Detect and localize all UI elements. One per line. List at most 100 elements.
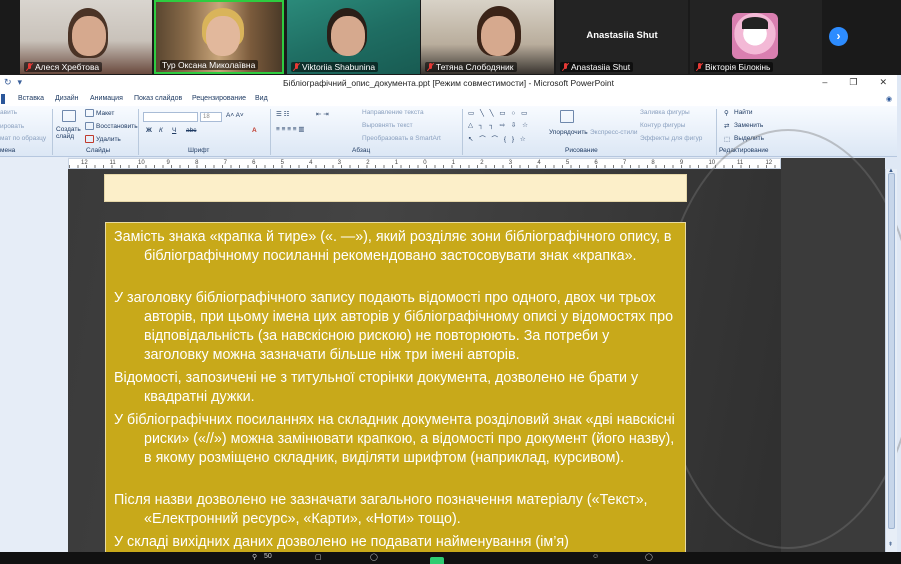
binoculars-icon: ⚲	[724, 110, 729, 117]
home-tab-edge[interactable]	[1, 94, 5, 104]
indent-icon[interactable]: ⇤ ⇥	[316, 110, 329, 118]
mic-muted-icon	[427, 63, 434, 71]
mic-muted-icon	[562, 63, 569, 71]
ruler-label: 1	[451, 160, 456, 166]
participant-tile[interactable]: Тетяна Слободяник	[421, 0, 554, 74]
shape-effects-button[interactable]: Эффекты для фигур	[640, 135, 702, 142]
bold-button[interactable]: Ж	[146, 127, 152, 134]
reset-button[interactable]: Восстановить	[96, 123, 138, 130]
participant-tile-active-speaker[interactable]: Тур Оксана Миколаївна	[154, 0, 284, 74]
replace-icon: ⇄	[724, 123, 730, 130]
shapes-gallery[interactable]: ▭ ╲ ╲ ▭ ○ ▭	[468, 109, 529, 117]
participant-tile[interactable]: Viktoriia Shabunina	[287, 0, 420, 74]
drawing-group-label: Рисование	[565, 147, 598, 154]
font-color-icon[interactable]: A	[252, 127, 257, 134]
shapes-gallery[interactable]: △ ┐ ┐ ⇨ ⇩ ☆	[468, 121, 530, 129]
strikethrough-button[interactable]: abc	[186, 127, 196, 134]
tab-insert[interactable]: Вставка	[18, 95, 44, 102]
tab-review[interactable]: Рецензирование	[192, 95, 246, 102]
participant-face	[481, 16, 515, 56]
shape-outline-button[interactable]: Контур фигуры	[640, 122, 685, 129]
grow-font-icon[interactable]: A˄ A˅	[226, 112, 244, 119]
decorative-curve	[658, 129, 901, 549]
new-slide-icon[interactable]	[62, 110, 76, 122]
zoom-icon[interactable]: ⚲	[252, 553, 257, 561]
zoom-participant-strip: Алеся Хребтова Тур Оксана Миколаївна Vik…	[0, 0, 901, 75]
more-icon[interactable]: ◯	[645, 553, 653, 561]
slides-group-label: Слайды	[86, 147, 111, 154]
taskbar: ⚲ 50 ▢ ◯ ☺ ◯	[0, 552, 901, 564]
bullet-paragraph: У складі вихідних даних дозволено не под…	[114, 534, 569, 550]
ruler-label: 8	[195, 160, 199, 166]
participant-tile[interactable]: Алеся Хребтова	[20, 0, 152, 74]
paste-label[interactable]: авить	[0, 109, 17, 116]
participant-name: Тетяна Слободяник	[436, 62, 514, 72]
tab-view[interactable]: Вид	[255, 95, 268, 102]
tab-animation[interactable]: Анимация	[90, 95, 123, 102]
quick-styles-button[interactable]: Экспресс-стили	[590, 129, 638, 136]
tab-design[interactable]: Дизайн	[55, 95, 79, 102]
participant-name: Anastasiia Shut	[571, 62, 631, 72]
participant-name: Вікторія Білокінь	[705, 62, 771, 72]
italic-button[interactable]: К	[159, 127, 163, 134]
align-text-button[interactable]: Выровнять текст	[362, 122, 413, 129]
participant-label: Viktoriia Shabunina	[291, 62, 379, 72]
shapes-gallery[interactable]: ↖ ⌒ ⌒ { } ☆	[468, 133, 528, 143]
smartart-button[interactable]: Преобразовать в SmartArt	[362, 135, 441, 142]
powerpoint-window: ↻ ▾ Бібліографічний_опис_документа.ppt […	[0, 75, 901, 564]
participant-tile[interactable]: Вікторія Білокінь	[690, 0, 822, 74]
participant-tile[interactable]: Anastasiia Shut Anastasiia Shut	[556, 0, 688, 74]
ruler-label: 5	[565, 160, 570, 166]
participant-label: Вікторія Білокінь	[694, 62, 774, 72]
underline-button[interactable]: Ч	[172, 127, 176, 134]
minimize-button[interactable]: –	[822, 77, 827, 88]
divider	[138, 109, 139, 155]
layout-button[interactable]: Макет	[96, 110, 114, 117]
content-text-box[interactable]: Замість знака «крапка й тире» («. —»), я…	[105, 222, 686, 564]
delete-slide-button[interactable]: Удалить	[96, 136, 121, 143]
restore-button[interactable]: ❐	[849, 77, 857, 88]
participant-face	[206, 16, 240, 56]
format-painter[interactable]: мат по образцу	[0, 135, 46, 142]
bullet-paragraph: Після назви дозволено не зазначати загал…	[114, 492, 648, 527]
divider	[52, 109, 53, 155]
copy-label[interactable]: ировать	[0, 123, 24, 130]
ruler-label: 11	[109, 160, 116, 166]
arrange-button[interactable]: Упорядочить	[549, 129, 588, 136]
vertical-scrollbar[interactable]: ▲ ⇞ ⇟	[885, 168, 897, 564]
tab-slideshow[interactable]: Показ слайдов	[134, 95, 182, 102]
window-controls: – ❐ ✕	[822, 77, 887, 88]
scrollbar-thumb[interactable]	[888, 173, 895, 529]
share-screen-icon[interactable]	[430, 557, 444, 564]
chevron-right-icon[interactable]: ›	[829, 27, 848, 46]
chat-icon[interactable]: ◯	[370, 553, 378, 561]
font-name-box[interactable]	[143, 112, 198, 122]
slides-panel	[0, 157, 68, 564]
close-button[interactable]: ✕	[879, 77, 887, 88]
title-placeholder[interactable]	[104, 174, 687, 202]
font-size-box[interactable]: 18	[200, 112, 222, 122]
reactions-icon[interactable]: ☺	[592, 553, 599, 560]
ruler-label: 9	[679, 160, 684, 166]
replace-button[interactable]: Заменить	[734, 122, 763, 129]
ruler-label: 10	[138, 160, 145, 166]
title-bar: ↻ ▾ Бібліографічний_опис_документа.ppt […	[0, 75, 897, 92]
align-icons[interactable]: ≡ ≡ ≡ ≡ ▥	[276, 125, 305, 133]
new-slide-button[interactable]: Создать слайд	[56, 126, 82, 140]
mic-muted-icon	[696, 63, 703, 71]
text-direction-button[interactable]: Направление текста	[362, 109, 424, 116]
participant-label: Anastasiia Shut	[560, 62, 634, 72]
ruler-label: 0	[423, 160, 427, 166]
help-icon[interactable]: ◉	[886, 95, 892, 103]
shape-fill-button[interactable]: Заливка фигуры	[640, 109, 690, 116]
participant-name-center: Anastasiia Shut	[586, 30, 658, 41]
font-group-label: Шрифт	[188, 147, 210, 154]
participant-label: Алеся Хребтова	[24, 62, 103, 72]
divider	[270, 109, 271, 155]
bullets-icon[interactable]: ☰ ☷	[276, 110, 289, 118]
find-button[interactable]: Найти	[734, 109, 753, 116]
layout-icon	[85, 109, 94, 117]
window-icon[interactable]: ▢	[315, 553, 322, 561]
prev-slide-icon[interactable]: ⇞	[888, 541, 893, 548]
reset-icon	[85, 122, 94, 130]
